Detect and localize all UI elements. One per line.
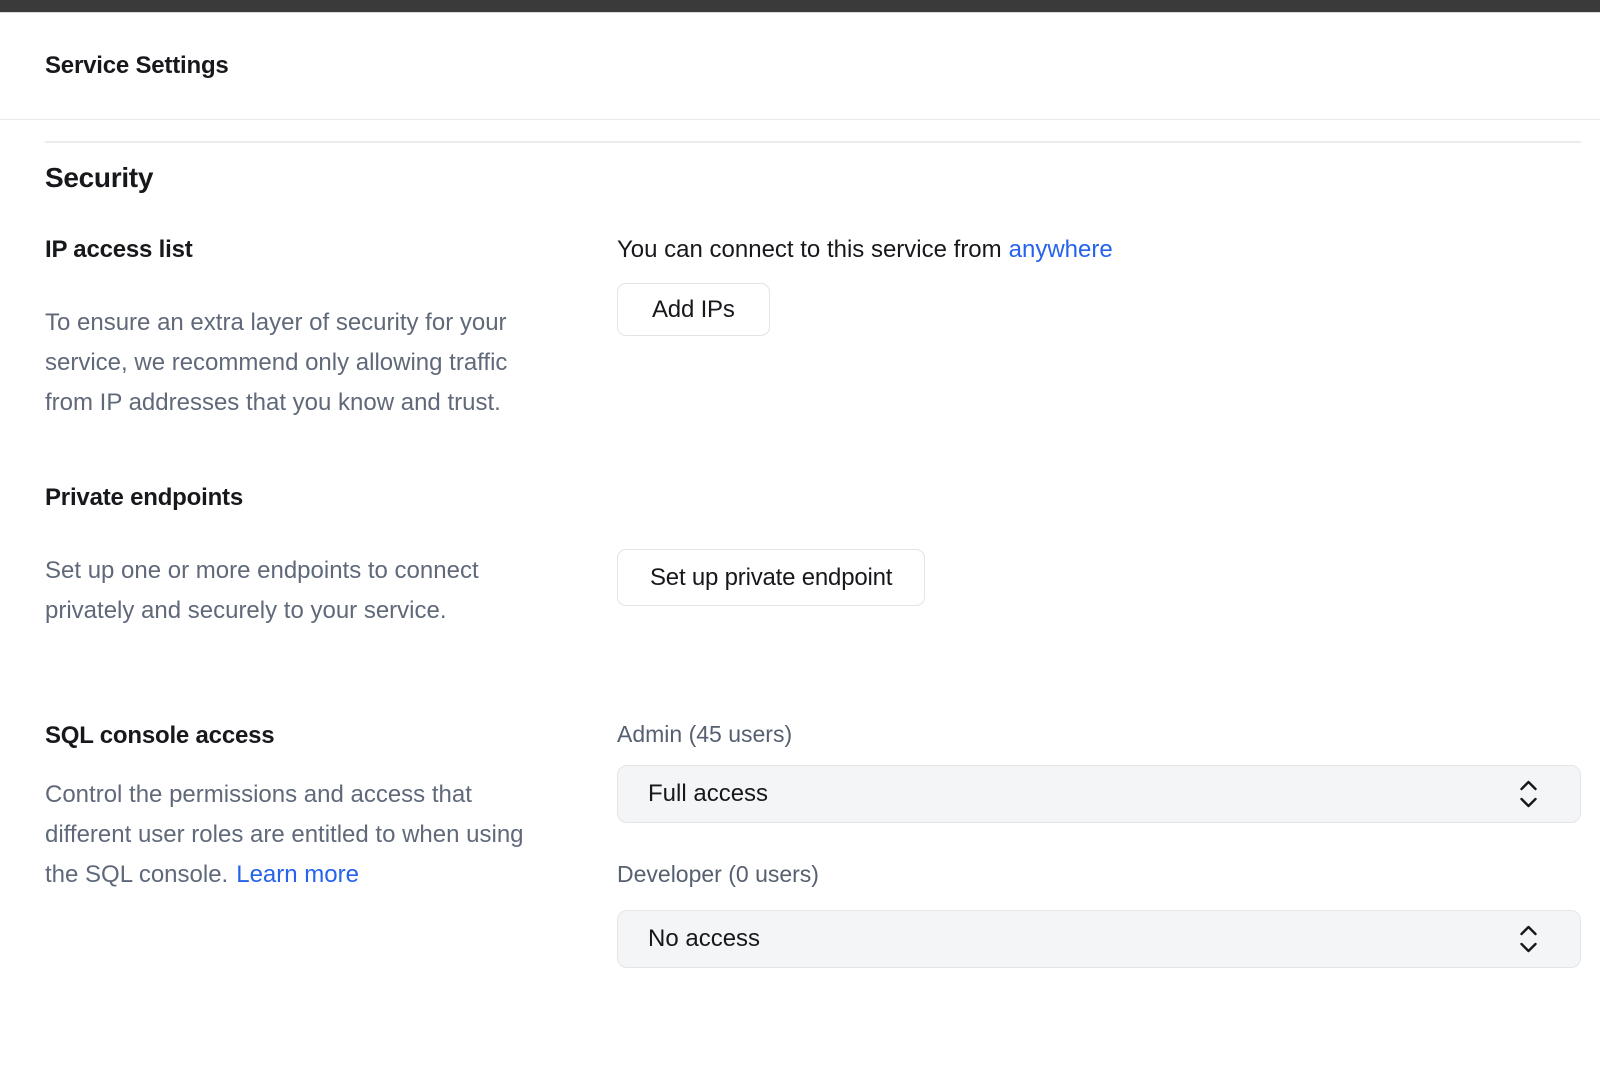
- sql-console-access-controls: Admin (45 users) Full access Developer (…: [617, 721, 1581, 968]
- sql-console-access-description: Control the permissions and access that …: [45, 775, 553, 895]
- ip-access-list-info: IP access list To ensure an extra layer …: [45, 235, 617, 423]
- connect-from-text: You can connect to this service from: [617, 236, 1002, 263]
- sql-console-access-title: SQL console access: [45, 721, 617, 751]
- connect-from-status: You can connect to this service from anyw…: [617, 235, 1581, 265]
- settings-panel: Security IP access list To ensure an ext…: [45, 141, 1581, 968]
- private-endpoints-title: Private endpoints: [45, 483, 617, 513]
- learn-more-link[interactable]: Learn more: [236, 861, 359, 888]
- ip-access-list-description: To ensure an extra layer of security for…: [45, 303, 553, 423]
- up-down-chevron-icon: [1517, 778, 1540, 810]
- ip-access-list-row: IP access list To ensure an extra layer …: [45, 235, 1581, 423]
- ip-access-list-controls: You can connect to this service from anyw…: [617, 235, 1581, 423]
- add-ips-button[interactable]: Add IPs: [617, 283, 770, 336]
- page-title: Service Settings: [45, 52, 229, 80]
- private-endpoints-info: Private endpoints Set up one or more end…: [45, 483, 617, 631]
- page-header: Service Settings: [0, 13, 1600, 120]
- developer-access-selected-value: No access: [648, 925, 1517, 953]
- admin-access-selected-value: Full access: [648, 780, 1517, 808]
- developer-access-select[interactable]: No access: [617, 910, 1581, 968]
- security-section-heading: Security: [45, 162, 1581, 194]
- admin-access-select[interactable]: Full access: [617, 765, 1581, 823]
- sql-console-access-row: SQL console access Control the permissio…: [45, 721, 1581, 968]
- setup-private-endpoint-button[interactable]: Set up private endpoint: [617, 549, 925, 606]
- private-endpoints-row: Private endpoints Set up one or more end…: [45, 483, 1581, 631]
- ip-access-list-title: IP access list: [45, 235, 617, 265]
- anywhere-link[interactable]: anywhere: [1009, 236, 1113, 263]
- developer-role-label: Developer (0 users): [617, 861, 1581, 887]
- admin-role-label: Admin (45 users): [617, 721, 1581, 747]
- browser-chrome-bar: [0, 0, 1600, 13]
- sql-console-access-info: SQL console access Control the permissio…: [45, 721, 617, 968]
- up-down-chevron-icon: [1517, 923, 1540, 955]
- private-endpoints-description: Set up one or more endpoints to connect …: [45, 551, 553, 631]
- private-endpoints-controls: Set up private endpoint: [617, 483, 1581, 631]
